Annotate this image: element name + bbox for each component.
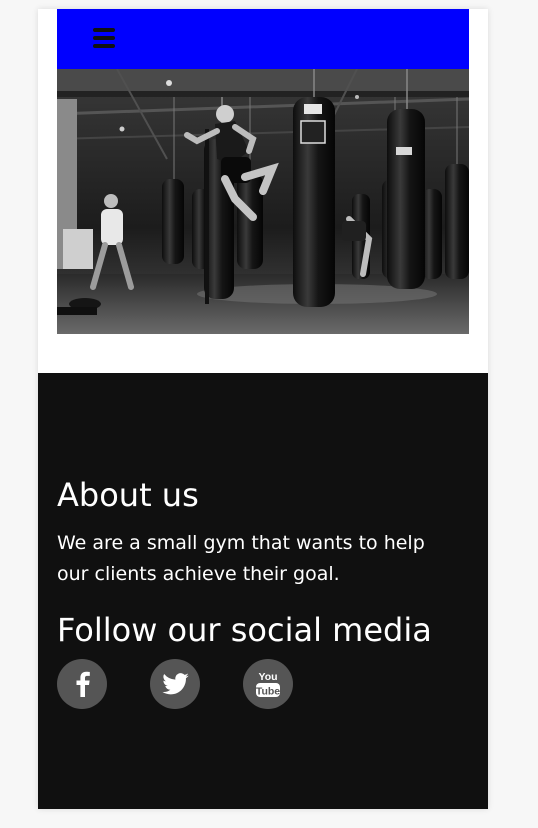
youtube-link[interactable]: You Tube: [243, 659, 293, 709]
top-nav-bar: [57, 9, 469, 69]
svg-text:Tube: Tube: [256, 686, 280, 698]
facebook-icon: [76, 671, 90, 697]
svg-text:You: You: [258, 671, 277, 683]
hero-image: [57, 69, 469, 334]
twitter-icon: [161, 673, 189, 695]
footer-section: About us We are a small gym that wants t…: [38, 373, 488, 809]
twitter-link[interactable]: [150, 659, 200, 709]
hamburger-menu-icon[interactable]: [93, 28, 115, 49]
about-title: About us: [57, 476, 199, 514]
social-title: Follow our social media: [57, 611, 432, 649]
gym-photo: [57, 69, 469, 334]
youtube-icon: You Tube: [256, 671, 280, 698]
facebook-link[interactable]: [57, 659, 107, 709]
about-text: We are a small gym that wants to help ou…: [57, 532, 425, 585]
page: About us We are a small gym that wants t…: [38, 9, 488, 809]
